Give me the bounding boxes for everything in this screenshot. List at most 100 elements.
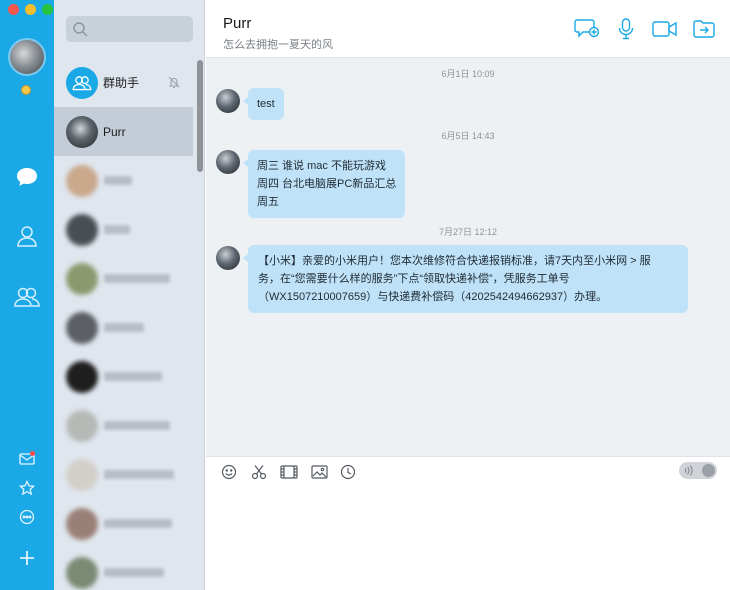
rail-favorites-button[interactable] (12, 473, 42, 503)
send-image-button[interactable] (308, 462, 330, 482)
chat-header: Purr 怎么去拥抱一夏天的风 (206, 0, 730, 58)
left-rail (0, 0, 54, 590)
screenshot-button[interactable] (248, 462, 270, 482)
avatar[interactable] (216, 89, 240, 113)
message-text: 【小米】亲爱的小米用户！您本次维修符合快递报销标准，请7天内至小米网 > 服 (258, 255, 651, 267)
avatar (66, 66, 98, 99)
voice-toggle[interactable] (679, 462, 717, 479)
rail-groups-button[interactable] (12, 282, 42, 312)
message-bubble[interactable]: 周三 谁说 mac 不能玩游戏 周四 台北电脑展PC新品汇总 周五 (242, 150, 406, 218)
message-text: 周五 (257, 196, 279, 208)
message-input[interactable] (216, 487, 720, 585)
message-text: test (257, 98, 275, 110)
rail-add-button[interactable] (12, 543, 42, 573)
avatar[interactable] (216, 246, 240, 270)
mail-badge (30, 451, 35, 456)
avatar (66, 556, 98, 589)
share-file-button[interactable] (690, 17, 718, 41)
message-text: 周三 谁说 mac 不能玩游戏 (257, 160, 386, 172)
avatar (66, 311, 98, 344)
contact-name (104, 176, 132, 185)
chat-bubble-icon (17, 168, 37, 186)
contact-name (104, 225, 130, 234)
avatar[interactable] (216, 150, 240, 174)
person-icon (17, 226, 37, 247)
contact-name: 群助手 (103, 76, 140, 90)
sound-wave-icon (684, 465, 693, 476)
rail-mail-button[interactable] (12, 444, 42, 474)
user-avatar[interactable] (8, 38, 46, 76)
message-history[interactable]: 6月1日 10:09 test 6月5日 14:43 周三 谁说 mac 不能玩… (206, 58, 730, 456)
conversation-list-panel: 群助手 Purr (54, 0, 205, 590)
contact-name (104, 372, 162, 381)
list-item-group-assistant[interactable]: 群助手 (54, 58, 193, 107)
new-chat-icon (574, 19, 600, 38)
group-icon (14, 287, 40, 307)
message-text: 务，在“您需要什么样的服务”下点“领取快递补偿”，凭服务工单号 (258, 273, 570, 285)
contact-name (104, 274, 170, 283)
contact-name (104, 323, 144, 332)
conversation-list: 群助手 Purr (54, 58, 193, 590)
list-item[interactable] (54, 254, 193, 303)
message-composer (206, 456, 730, 590)
message-timestamp: 7月27日 12:12 (438, 227, 498, 237)
rail-more-button[interactable] (12, 502, 42, 532)
avatar (66, 507, 98, 540)
new-chat-button[interactable] (573, 17, 601, 41)
list-scrollbar[interactable] (197, 60, 203, 172)
toggle-knob (702, 464, 715, 477)
contact-name (104, 568, 164, 577)
list-item[interactable] (54, 499, 193, 548)
avatar (66, 115, 98, 148)
star-icon (19, 480, 35, 496)
video-icon (652, 21, 677, 37)
message-timestamp: 6月1日 10:09 (441, 69, 495, 79)
history-button[interactable] (337, 462, 359, 482)
search-icon (73, 22, 88, 37)
emoji-button[interactable] (218, 462, 240, 482)
list-item-purr[interactable]: Purr (54, 107, 193, 156)
close-window-button[interactable] (8, 4, 19, 15)
avatar (66, 213, 98, 246)
avatar (66, 409, 98, 442)
image-icon (310, 465, 328, 479)
search-input[interactable] (66, 16, 193, 42)
rail-messages-button[interactable] (12, 162, 42, 192)
contact-name: Purr (103, 124, 126, 139)
list-item[interactable] (54, 303, 193, 352)
film-icon (280, 465, 298, 479)
minimize-window-button[interactable] (25, 4, 36, 15)
message-text: 周四 台北电脑展PC新品汇总 (257, 178, 397, 190)
avatar (66, 458, 98, 491)
rail-contacts-button[interactable] (12, 221, 42, 251)
avatar (66, 262, 98, 295)
message-bubble[interactable]: 【小米】亲爱的小米用户！您本次维修符合快递报销标准，请7天内至小米网 > 服 务… (243, 245, 688, 313)
voice-call-button[interactable] (612, 17, 640, 41)
avatar (66, 360, 98, 393)
list-item[interactable] (54, 205, 193, 254)
list-item[interactable] (54, 401, 193, 450)
scissors-icon (251, 465, 267, 480)
contact-name (104, 470, 174, 479)
message-text: （WX1507210007659）与快递费补偿码（420254249466293… (258, 291, 608, 303)
maximize-window-button[interactable] (42, 4, 53, 15)
more-icon (19, 509, 35, 525)
list-item[interactable] (54, 156, 193, 205)
list-item[interactable] (54, 548, 193, 590)
muted-bell-icon (167, 75, 181, 94)
contact-name (104, 421, 170, 430)
emoji-icon (221, 464, 237, 480)
message-bubble[interactable]: test (243, 88, 284, 120)
message-timestamp: 6月5日 14:43 (441, 131, 495, 141)
clock-icon (340, 464, 356, 480)
chat-title: Purr (223, 15, 252, 32)
video-clip-button[interactable] (278, 462, 300, 482)
list-item[interactable] (54, 450, 193, 499)
list-item[interactable] (54, 352, 193, 401)
contact-name (104, 519, 172, 528)
window-controls (8, 4, 53, 15)
microphone-icon (618, 18, 634, 40)
status-indicator[interactable] (21, 85, 31, 95)
group-icon (72, 75, 92, 90)
video-call-button[interactable] (651, 17, 679, 41)
